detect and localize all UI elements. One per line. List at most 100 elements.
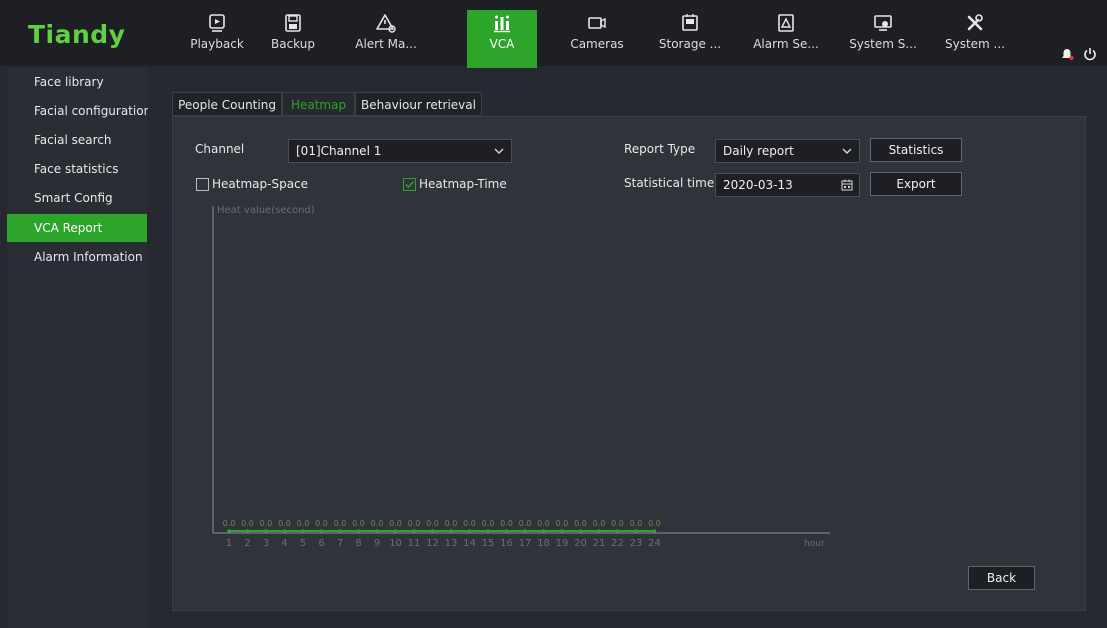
sidebar-item-alarm-information[interactable]: Alarm Information	[7, 243, 147, 271]
x-tick-label: 21	[593, 538, 606, 549]
data-label: 0.0	[426, 519, 439, 528]
playback-icon	[178, 12, 256, 34]
x-tick-label: 16	[500, 538, 513, 549]
sidebar-item-face-library[interactable]: Face library	[7, 68, 147, 96]
alarm-settings-icon	[747, 12, 825, 34]
data-point	[504, 529, 509, 533]
chevron-down-icon	[493, 143, 505, 165]
tab-label: People Counting	[178, 98, 276, 112]
heatmap-space-label: Heatmap-Space	[212, 177, 309, 191]
data-label: 0.0	[537, 519, 550, 528]
sidebar-item-label: Facial search	[34, 133, 112, 147]
chevron-down-icon	[841, 143, 853, 165]
x-tick-label: 7	[337, 538, 343, 549]
data-label: 0.0	[241, 519, 254, 528]
x-tick-label: 22	[611, 538, 624, 549]
nav-storage[interactable]: Storage ...	[651, 10, 729, 68]
data-point	[264, 529, 268, 533]
x-tick-label: 14	[463, 538, 476, 549]
data-point	[301, 529, 305, 533]
nav-label: Alarm Se...	[753, 37, 819, 51]
channel-label: Channel	[195, 142, 245, 156]
data-label: 0.0	[519, 519, 532, 528]
channel-select[interactable]: [01]Channel 1	[288, 139, 512, 163]
data-point	[597, 529, 601, 533]
export-button[interactable]: Export	[870, 172, 962, 196]
tab-label: Heatmap	[290, 98, 347, 112]
heatmap-space-checkbox[interactable]	[196, 178, 209, 191]
data-point	[338, 529, 342, 533]
x-tick-label: 17	[519, 538, 532, 549]
heatmap-time-chart: Heat value(second) hour 0.0 1 0.0 2 0.0 3 0.0 4…	[212, 205, 830, 549]
storage-icon	[651, 12, 729, 34]
nav-vca[interactable]: VCA	[467, 10, 537, 68]
nav-label: Storage ...	[658, 37, 722, 51]
data-label: 0.0	[574, 519, 587, 528]
data-label: 0.0	[352, 519, 365, 528]
heatmap-time-checkbox[interactable]	[403, 178, 416, 191]
data-point	[245, 529, 250, 533]
data-point	[652, 529, 657, 533]
data-point	[467, 529, 472, 533]
tab-people-counting[interactable]: People Counting	[172, 92, 282, 116]
x-tick-label: 6	[318, 538, 324, 549]
nav-label: Backup	[271, 37, 315, 51]
x-tick-label: 3	[263, 538, 269, 549]
notification-bell-icon[interactable]	[1059, 46, 1075, 66]
data-label: 0.0	[260, 519, 273, 528]
check-icon	[405, 180, 415, 189]
alert-icon	[347, 12, 425, 34]
statistical-time-label: Statistical time	[624, 176, 715, 190]
data-point	[578, 529, 583, 533]
data-point	[227, 529, 231, 533]
sidebar-item-face-statistics[interactable]: Face statistics	[7, 155, 147, 183]
data-label: 0.0	[611, 519, 624, 528]
x-tick-label: 4	[281, 538, 287, 549]
sidebar-item-facial-configuration[interactable]: Facial configuration	[7, 97, 151, 125]
heatmap-time-label: Heatmap-Time	[419, 177, 507, 191]
statistical-time-input[interactable]: 2020-03-13	[715, 173, 860, 197]
tab-behaviour-retrieval[interactable]: Behaviour retrieval	[355, 92, 482, 116]
nav-system-maintenance[interactable]: System ...	[936, 10, 1014, 68]
x-tick-label: 13	[445, 538, 458, 549]
data-label: 0.0	[630, 519, 643, 528]
data-label: 0.0	[500, 519, 513, 528]
report-type-select-value: Daily report	[723, 144, 794, 158]
nav-alarm-settings[interactable]: Alarm Se...	[747, 10, 825, 68]
data-label: 0.0	[648, 519, 661, 528]
nav-backup[interactable]: Backup	[254, 10, 332, 68]
data-point	[541, 529, 546, 533]
data-label: 0.0	[482, 519, 495, 528]
floppy-icon	[254, 12, 332, 34]
x-axis-label: hour	[804, 539, 825, 549]
nav-alert-management[interactable]: Alert Ma...	[347, 10, 425, 68]
tab-heatmap[interactable]: Heatmap	[282, 92, 355, 116]
power-icon[interactable]	[1082, 46, 1098, 66]
system-settings-icon	[844, 12, 922, 34]
tab-label: Behaviour retrieval	[361, 98, 476, 112]
calendar-icon[interactable]	[841, 177, 853, 199]
report-type-label: Report Type	[624, 142, 696, 156]
x-tick-label: 19	[556, 538, 569, 549]
statistical-time-value: 2020-03-13	[723, 178, 793, 192]
data-label: 0.0	[408, 519, 421, 528]
nav-playback[interactable]: Playback	[178, 10, 256, 68]
x-tick-label: 10	[389, 538, 402, 549]
nav-cameras[interactable]: Cameras	[558, 10, 636, 68]
data-label: 0.0	[445, 519, 458, 528]
sidebar-item-facial-search[interactable]: Facial search	[7, 126, 147, 154]
sidebar-item-smart-config[interactable]: Smart Config	[7, 184, 147, 212]
data-point	[319, 529, 324, 533]
back-button[interactable]: Back	[968, 566, 1035, 590]
report-type-select[interactable]: Daily report	[715, 139, 860, 163]
sidebar-item-label: Facial configuration	[34, 104, 152, 118]
nav-system-settings[interactable]: System S...	[844, 10, 922, 68]
data-label: 0.0	[334, 519, 347, 528]
data-label: 0.0	[556, 519, 569, 528]
data-point	[615, 529, 620, 533]
data-point	[430, 529, 435, 533]
data-point	[486, 529, 490, 533]
y-axis-label: Heat value(second)	[217, 205, 315, 216]
statistics-button[interactable]: Statistics	[870, 138, 962, 162]
sidebar-item-vca-report[interactable]: VCA Report	[7, 214, 147, 242]
